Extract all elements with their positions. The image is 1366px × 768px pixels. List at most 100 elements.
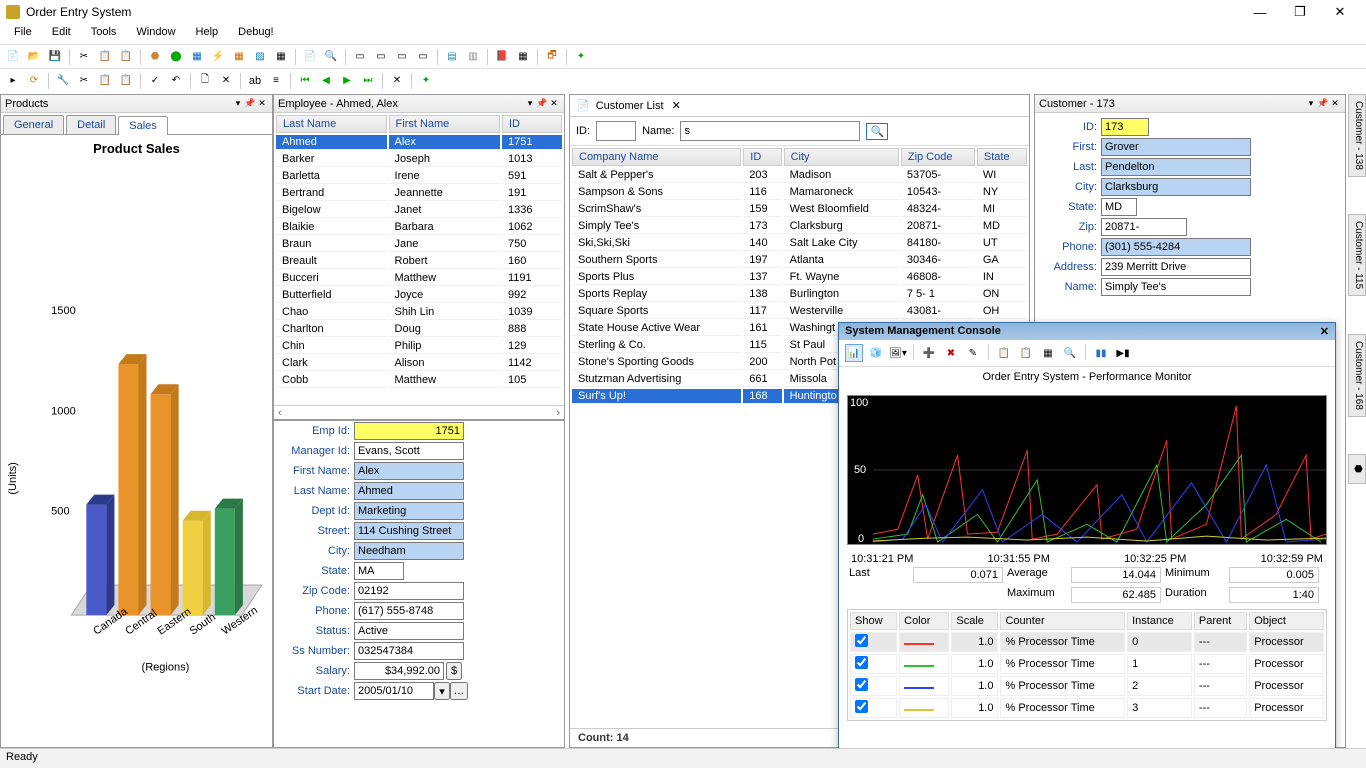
table-row[interactable]: ClarkAlison1142: [276, 356, 562, 371]
toolbar-btn[interactable]: 💾: [46, 48, 64, 66]
toolbar-btn[interactable]: ▭: [414, 48, 432, 66]
table-row[interactable]: BraunJane750: [276, 237, 562, 252]
edit-icon[interactable]: ✎: [964, 344, 982, 362]
toolbar-btn[interactable]: 📋: [96, 48, 114, 66]
toolbar-btn[interactable]: ⬣: [146, 48, 164, 66]
table-row[interactable]: ScrimShaw's159West Bloomfield48324-MI: [572, 202, 1027, 217]
toolbar-btn[interactable]: 📄: [301, 48, 319, 66]
toolbar-btn[interactable]: 🖼▾: [889, 344, 907, 362]
input-manager_id[interactable]: [354, 442, 464, 460]
horizontal-scrollbar[interactable]: ‹›: [274, 405, 564, 419]
counter-row[interactable]: 1.0% Processor Time0---Processor: [850, 632, 1324, 652]
copy-icon[interactable]: 📋: [995, 344, 1013, 362]
menu-window[interactable]: Window: [126, 24, 185, 44]
step-icon[interactable]: ▶▮: [1114, 344, 1132, 362]
input-last[interactable]: [1101, 158, 1251, 176]
table-row[interactable]: BertrandJeannette191: [276, 186, 562, 201]
close-icon[interactable]: ✕: [256, 98, 268, 109]
toolbar-btn[interactable]: 🔍: [322, 48, 340, 66]
table-row[interactable]: Southern Sports197Atlanta30346-GA: [572, 253, 1027, 268]
name-input[interactable]: [680, 121, 860, 141]
minimize-button[interactable]: —: [1240, 5, 1280, 20]
toolbar-btn[interactable]: ⬤: [167, 48, 185, 66]
pin-icon[interactable]: 📌: [244, 98, 256, 109]
close-icon[interactable]: ✕: [1320, 325, 1329, 338]
input-last_name[interactable]: [354, 482, 464, 500]
input-ss[interactable]: [354, 642, 464, 660]
toolbar-btn[interactable]: ▭: [351, 48, 369, 66]
toolbar-btn[interactable]: ⏭: [359, 72, 377, 90]
toolbar-btn[interactable]: ▶: [338, 72, 356, 90]
table-row[interactable]: ChinPhilip129: [276, 339, 562, 354]
currency-button[interactable]: $: [446, 662, 462, 680]
input-phone[interactable]: [1101, 238, 1251, 256]
dock-tab-icon[interactable]: ⬣: [1348, 454, 1366, 484]
menu-edit[interactable]: Edit: [42, 24, 81, 44]
counter-row[interactable]: 1.0% Processor Time2---Processor: [850, 676, 1324, 696]
table-row[interactable]: BarlettaIrene591: [276, 169, 562, 184]
show-checkbox[interactable]: [855, 678, 868, 691]
toolbar-btn[interactable]: 📋: [117, 48, 135, 66]
toolbar-btn[interactable]: ✦: [572, 48, 590, 66]
table-row[interactable]: Simply Tee's173Clarksburg20871-MD: [572, 219, 1027, 234]
dock-tab[interactable]: Customer - 168: [1348, 334, 1366, 417]
toolbar-btn[interactable]: ✦: [417, 72, 435, 90]
table-row[interactable]: CobbMatthew105: [276, 373, 562, 388]
toolbar-btn[interactable]: ◀: [317, 72, 335, 90]
table-row[interactable]: Sports Replay138Burlington7 5- 1ON: [572, 287, 1027, 302]
show-checkbox[interactable]: [855, 656, 868, 669]
tab-sales[interactable]: Sales: [118, 116, 168, 135]
toolbar-btn[interactable]: ▸: [4, 72, 22, 90]
date-dropdown[interactable]: ▾: [434, 682, 450, 700]
show-checkbox[interactable]: [855, 634, 868, 647]
input-zip[interactable]: [354, 582, 464, 600]
input-state[interactable]: [354, 562, 404, 580]
toolbar-btn[interactable]: 📄: [4, 48, 22, 66]
toolbar-btn[interactable]: 📋: [96, 72, 114, 90]
input-address[interactable]: [1101, 258, 1251, 276]
toolbar-btn[interactable]: 🗗: [543, 48, 561, 66]
input-status[interactable]: [354, 622, 464, 640]
pin-icon[interactable]: ▾: [524, 98, 536, 109]
paste-icon[interactable]: 📋: [1017, 344, 1035, 362]
close-tab-icon[interactable]: ✕: [664, 99, 689, 112]
input-first_name[interactable]: [354, 462, 464, 480]
toolbar-btn[interactable]: ▨: [251, 48, 269, 66]
toolbar-btn[interactable]: ▦: [1039, 344, 1057, 362]
menu-help[interactable]: Help: [186, 24, 229, 44]
toolbar-btn[interactable]: ✂: [75, 48, 93, 66]
toolbar-btn[interactable]: ▦: [272, 48, 290, 66]
toolbar-btn[interactable]: ▦: [514, 48, 532, 66]
input-id[interactable]: [1101, 118, 1149, 136]
employee-grid[interactable]: Last NameFirst NameID AhmedAlex1751Barke…: [274, 113, 564, 390]
table-row[interactable]: AhmedAlex1751: [276, 135, 562, 150]
add-icon[interactable]: ➕: [920, 344, 938, 362]
id-input[interactable]: [596, 121, 636, 141]
input-dept_id[interactable]: [354, 502, 464, 520]
menu-tools[interactable]: Tools: [81, 24, 127, 44]
dock-tab[interactable]: Customer - 138: [1348, 94, 1366, 177]
toolbar-btn[interactable]: ▦: [230, 48, 248, 66]
toolbar-btn[interactable]: ▥: [464, 48, 482, 66]
search-icon[interactable]: 🔍: [1061, 344, 1079, 362]
input-salary[interactable]: [354, 662, 444, 680]
table-row[interactable]: CharltonDoug888: [276, 322, 562, 337]
date-picker[interactable]: …: [450, 682, 468, 700]
close-icon[interactable]: ✕: [1329, 98, 1341, 109]
close-icon[interactable]: ✕: [548, 98, 560, 109]
table-row[interactable]: Square Sports117Westerville43081-OH: [572, 304, 1027, 319]
input-zip[interactable]: [1101, 218, 1187, 236]
pin-icon[interactable]: ▾: [1305, 98, 1317, 109]
table-row[interactable]: ButterfieldJoyce992: [276, 288, 562, 303]
toolbar-btn[interactable]: 🧊: [867, 344, 885, 362]
menu-debug![interactable]: Debug!: [228, 24, 283, 44]
search-icon[interactable]: 🔍: [866, 123, 888, 140]
toolbar-btn[interactable]: ⟳: [25, 72, 43, 90]
table-row[interactable]: Sampson & Sons116Mamaroneck10543-NY: [572, 185, 1027, 200]
dock-tab[interactable]: Customer - 115: [1348, 214, 1366, 296]
table-row[interactable]: ChaoShih Lin1039: [276, 305, 562, 320]
input-city[interactable]: [354, 542, 464, 560]
input-street[interactable]: [354, 522, 464, 540]
show-checkbox[interactable]: [855, 700, 868, 713]
table-row[interactable]: Salt & Pepper's203Madison53705-WI: [572, 168, 1027, 183]
